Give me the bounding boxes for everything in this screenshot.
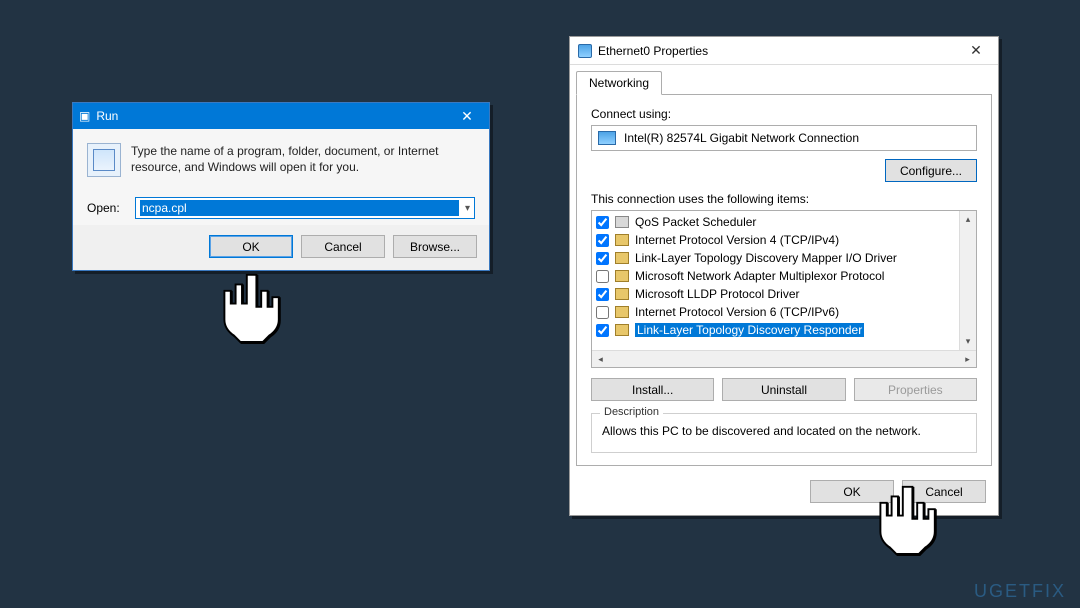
protocol-icon [615,306,629,318]
adapter-box: Intel(R) 82574L Gigabit Network Connecti… [591,125,977,151]
item-label: Internet Protocol Version 6 (TCP/IPv6) [635,305,839,319]
list-item[interactable]: Internet Protocol Version 6 (TCP/IPv6) [592,303,959,321]
component-icon [615,216,629,228]
open-combobox[interactable]: ▾ [135,197,475,219]
nic-icon [598,131,616,145]
item-label: Link-Layer Topology Discovery Responder [635,323,864,337]
list-item[interactable]: Link-Layer Topology Discovery Responder [592,321,959,339]
components-listbox[interactable]: QoS Packet Scheduler Internet Protocol Ve… [591,210,977,368]
close-icon[interactable]: ✕ [962,42,990,59]
vertical-scrollbar[interactable]: ▴ ▾ [959,211,976,350]
tab-networking[interactable]: Networking [576,71,662,95]
run-titlebar[interactable]: ▣ Run ✕ [73,103,489,129]
adapter-name: Intel(R) 82574L Gigabit Network Connecti… [624,131,859,145]
list-item[interactable]: QoS Packet Scheduler [592,213,959,231]
properties-button: Properties [854,378,977,401]
item-label: Microsoft LLDP Protocol Driver [635,287,800,301]
properties-titlebar[interactable]: Ethernet0 Properties ✕ [570,37,998,65]
configure-button[interactable]: Configure... [885,159,977,182]
pointer-cursor-icon [218,270,282,350]
item-checkbox[interactable] [596,234,609,247]
item-label: Microsoft Network Adapter Multiplexor Pr… [635,269,884,283]
description-group: Description Allows this PC to be discove… [591,413,977,453]
protocol-icon [615,288,629,300]
close-icon[interactable]: ✕ [451,108,483,125]
run-info-text: Type the name of a program, folder, docu… [131,143,475,177]
item-checkbox[interactable] [596,324,609,337]
properties-dialog: Ethernet0 Properties ✕ Networking Connec… [569,36,999,516]
scroll-left-icon[interactable]: ◂ [592,351,609,367]
protocol-icon [615,234,629,246]
open-input[interactable] [140,200,459,216]
description-legend: Description [600,406,663,418]
watermark: UGETFIX [974,581,1066,602]
ok-button[interactable]: OK [810,480,894,503]
open-label: Open: [87,201,135,215]
run-app-icon [87,143,121,177]
cancel-button[interactable]: Cancel [902,480,986,503]
item-checkbox[interactable] [596,306,609,319]
protocol-icon [615,252,629,264]
cancel-button[interactable]: Cancel [301,235,385,258]
protocol-icon [615,270,629,282]
item-checkbox[interactable] [596,270,609,283]
scroll-right-icon[interactable]: ▸ [959,351,976,367]
run-icon: ▣ [79,109,90,123]
horizontal-scrollbar[interactable]: ◂ ▸ [592,350,976,367]
ok-button[interactable]: OK [209,235,293,258]
scroll-down-icon[interactable]: ▾ [960,333,976,350]
list-item[interactable]: Link-Layer Topology Discovery Mapper I/O… [592,249,959,267]
browse-button[interactable]: Browse... [393,235,477,258]
list-item[interactable]: Microsoft LLDP Protocol Driver [592,285,959,303]
uses-label: This connection uses the following items… [591,192,977,206]
connect-using-label: Connect using: [591,107,977,121]
item-label: QoS Packet Scheduler [635,215,756,229]
item-checkbox[interactable] [596,216,609,229]
scroll-up-icon[interactable]: ▴ [960,211,976,228]
item-label: Internet Protocol Version 4 (TCP/IPv4) [635,233,839,247]
chevron-down-icon[interactable]: ▾ [459,203,470,214]
nic-icon [578,44,592,58]
item-label: Link-Layer Topology Discovery Mapper I/O… [635,251,897,265]
uninstall-button[interactable]: Uninstall [722,378,845,401]
description-text: Allows this PC to be discovered and loca… [602,424,921,438]
run-title-text: Run [96,109,451,123]
install-button[interactable]: Install... [591,378,714,401]
item-checkbox[interactable] [596,288,609,301]
list-item[interactable]: Microsoft Network Adapter Multiplexor Pr… [592,267,959,285]
list-item[interactable]: Internet Protocol Version 4 (TCP/IPv4) [592,231,959,249]
protocol-icon [615,324,629,336]
run-dialog: ▣ Run ✕ Type the name of a program, fold… [72,102,490,271]
item-checkbox[interactable] [596,252,609,265]
properties-title-text: Ethernet0 Properties [598,44,962,58]
